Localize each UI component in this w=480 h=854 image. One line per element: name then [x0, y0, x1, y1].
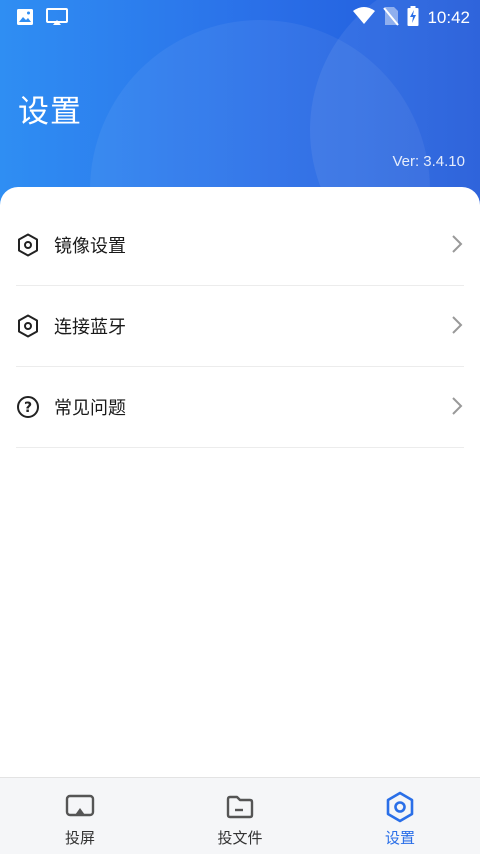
- screen-cast-icon: [64, 791, 96, 823]
- status-bar: 10:42: [0, 0, 480, 36]
- hexagon-settings-icon: [384, 791, 416, 823]
- tab-label: 投屏: [64, 829, 95, 847]
- hexagon-settings-icon: [16, 233, 40, 257]
- chevron-right-icon: [450, 395, 464, 417]
- tab-label: 投文件: [217, 829, 263, 847]
- settings-card: 镜像设置 连接蓝牙 ? 常见问题: [0, 187, 480, 777]
- cast-icon: [46, 8, 68, 30]
- no-sim-icon: [383, 6, 400, 30]
- settings-row-mirror[interactable]: 镜像设置: [16, 205, 464, 286]
- version-label: Ver: 3.4.10: [392, 153, 465, 170]
- status-time: 10:42: [427, 8, 470, 27]
- hexagon-settings-icon: [16, 314, 40, 338]
- battery-charging-icon: [407, 6, 419, 30]
- page-title: 设置: [18, 94, 82, 130]
- tab-cast-file[interactable]: 投文件: [160, 778, 320, 854]
- folder-icon: [224, 791, 256, 823]
- settings-row-faq[interactable]: ? 常见问题: [16, 367, 464, 448]
- tab-settings[interactable]: 设置: [320, 778, 480, 854]
- chevron-right-icon: [450, 314, 464, 336]
- settings-row-label: 连接蓝牙: [54, 317, 126, 338]
- settings-row-label: 镜像设置: [54, 236, 126, 257]
- tab-label: 设置: [384, 829, 415, 847]
- tab-screen-cast[interactable]: 投屏: [0, 778, 160, 854]
- settings-row-label: 常见问题: [54, 398, 126, 419]
- settings-row-bluetooth[interactable]: 连接蓝牙: [16, 286, 464, 367]
- wifi-icon: [353, 7, 376, 29]
- svg-text:?: ?: [24, 400, 32, 416]
- bottom-tab-bar: 投屏 投文件 设置: [0, 777, 480, 854]
- image-icon: [16, 8, 34, 30]
- question-circle-icon: ?: [16, 395, 40, 419]
- chevron-right-icon: [450, 233, 464, 255]
